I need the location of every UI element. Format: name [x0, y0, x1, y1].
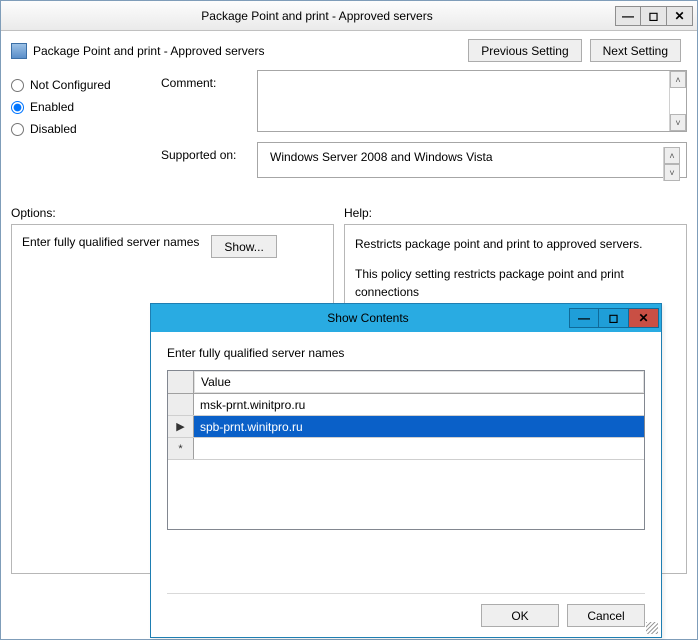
- row-marker: *: [168, 438, 194, 459]
- gp-titlebar: Package Point and print - Approved serve…: [1, 1, 697, 31]
- grid-empty-area: [168, 460, 644, 529]
- radio-disabled-input[interactable]: [11, 123, 24, 136]
- table-row[interactable]: ▶ spb-prnt.winitpro.ru: [168, 416, 644, 438]
- comment-value: [258, 71, 669, 131]
- help-text-line1: Restricts package point and print to app…: [355, 235, 676, 253]
- table-row[interactable]: *: [168, 438, 644, 460]
- scroll-down-icon[interactable]: ˅: [670, 114, 686, 131]
- radio-not-configured-label: Not Configured: [30, 78, 111, 92]
- next-setting-button[interactable]: Next Setting: [590, 39, 681, 62]
- cancel-button[interactable]: Cancel: [567, 604, 645, 627]
- radio-not-configured-input[interactable]: [11, 79, 24, 92]
- policy-setting-name: Package Point and print - Approved serve…: [33, 44, 468, 58]
- help-section-label: Help:: [344, 206, 372, 220]
- scroll-up-icon[interactable]: ˄: [664, 147, 680, 164]
- show-contents-dialog: Show Contents — ◻ ✕ Enter fully qualifie…: [150, 303, 662, 638]
- modal-minimize-button[interactable]: —: [569, 308, 599, 328]
- radio-disabled[interactable]: Disabled: [11, 122, 151, 136]
- close-button[interactable]: ✕: [667, 6, 693, 26]
- modal-maximize-button[interactable]: ◻: [599, 308, 629, 328]
- options-text: Enter fully qualified server names: [22, 235, 199, 249]
- scroll-down-icon[interactable]: ˅: [664, 164, 680, 181]
- radio-enabled-label: Enabled: [30, 100, 74, 114]
- options-section-label: Options:: [11, 206, 344, 220]
- previous-setting-button[interactable]: Previous Setting: [468, 39, 581, 62]
- radio-enabled-input[interactable]: [11, 101, 24, 114]
- values-grid[interactable]: Value msk-prnt.winitpro.ru ▶ spb-prnt.wi…: [167, 370, 645, 530]
- minimize-button[interactable]: —: [615, 6, 641, 26]
- comment-label: Comment:: [161, 76, 247, 90]
- row-marker: [168, 394, 194, 415]
- grid-corner: [168, 371, 194, 393]
- modal-title: Show Contents: [167, 311, 569, 325]
- table-row[interactable]: msk-prnt.winitpro.ru: [168, 394, 644, 416]
- modal-prompt: Enter fully qualified server names: [167, 346, 645, 360]
- scroll-up-icon[interactable]: ˄: [670, 71, 686, 88]
- grid-column-header[interactable]: Value: [194, 371, 644, 393]
- row-marker: ▶: [168, 416, 194, 437]
- resize-grip-icon[interactable]: [646, 622, 658, 634]
- show-button[interactable]: Show...: [211, 235, 276, 258]
- supported-on-value: Windows Server 2008 and Windows Vista: [264, 147, 663, 167]
- value-cell[interactable]: spb-prnt.winitpro.ru: [194, 416, 644, 437]
- value-cell[interactable]: [194, 438, 644, 459]
- radio-enabled[interactable]: Enabled: [11, 100, 151, 114]
- gp-window-title: Package Point and print - Approved serve…: [19, 9, 615, 23]
- ok-button[interactable]: OK: [481, 604, 559, 627]
- radio-disabled-label: Disabled: [30, 122, 77, 136]
- supported-on-textbox: Windows Server 2008 and Windows Vista ˄ …: [257, 142, 687, 178]
- policy-icon: [11, 43, 27, 59]
- maximize-button[interactable]: ◻: [641, 6, 667, 26]
- radio-not-configured[interactable]: Not Configured: [11, 78, 151, 92]
- modal-titlebar: Show Contents — ◻ ✕: [151, 304, 661, 332]
- modal-close-button[interactable]: ✕: [629, 308, 659, 328]
- supported-on-label: Supported on:: [161, 148, 247, 162]
- help-text-line2: This policy setting restricts package po…: [355, 265, 676, 301]
- value-cell[interactable]: msk-prnt.winitpro.ru: [194, 394, 644, 415]
- comment-textbox[interactable]: ˄ ˅: [257, 70, 687, 132]
